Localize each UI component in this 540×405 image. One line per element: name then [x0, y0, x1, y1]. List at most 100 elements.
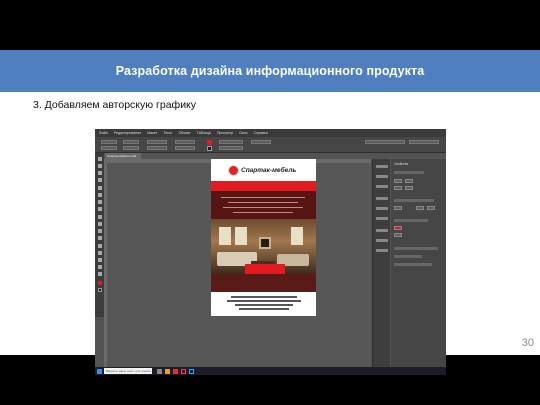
red-header-band: [211, 181, 316, 191]
layers-panel-icon[interactable]: [376, 175, 388, 178]
text-line: [228, 202, 298, 203]
menu-item-object[interactable]: Объект: [178, 131, 190, 135]
swatches-panel-icon[interactable]: [376, 207, 388, 210]
task-view-icon[interactable]: [157, 368, 162, 374]
windows-start-icon[interactable]: [97, 368, 102, 374]
rectangle-tool-icon[interactable]: [97, 222, 102, 226]
taskbar-search[interactable]: Введите здесь текст для поиска: [104, 368, 152, 374]
prop-y-field[interactable]: [405, 179, 413, 183]
prop-fill-swatch[interactable]: [394, 226, 402, 230]
width-field[interactable]: [123, 140, 139, 144]
color-panel-icon[interactable]: [376, 217, 388, 220]
x-field[interactable]: [101, 140, 117, 144]
footer-text-line: [235, 304, 293, 306]
prop-row: [394, 247, 438, 250]
prop-row: [394, 199, 434, 202]
prop-field[interactable]: [416, 206, 424, 210]
control-panel: [95, 137, 446, 153]
transform-tool-icon[interactable]: [97, 236, 102, 240]
menu-item-type[interactable]: Текст: [163, 131, 172, 135]
photo-window: [291, 227, 303, 245]
panel-dock: [372, 159, 390, 367]
direct-selection-tool-icon[interactable]: [97, 164, 102, 168]
prop-row: [394, 171, 424, 174]
red-button-graphic: [245, 264, 285, 274]
prop-w-field[interactable]: [394, 186, 402, 190]
y-field[interactable]: [101, 146, 117, 150]
menu-item-view[interactable]: Просмотр: [217, 131, 233, 135]
cc-libraries-panel-icon[interactable]: [376, 229, 388, 232]
indesign-app-icon[interactable]: [181, 368, 186, 374]
rectangle-frame-tool-icon[interactable]: [97, 215, 102, 219]
pencil-tool-icon[interactable]: [97, 207, 102, 211]
prop-field[interactable]: [394, 206, 402, 210]
fill-color-icon[interactable]: [97, 281, 102, 285]
menu-item-window[interactable]: Окно: [239, 131, 247, 135]
character-styles-panel-icon[interactable]: [376, 249, 388, 252]
page-tool-icon[interactable]: [97, 171, 102, 175]
prop-row: [394, 263, 432, 266]
eyedropper-tool-icon[interactable]: [97, 258, 102, 262]
fill-swatch[interactable]: [207, 140, 212, 145]
document-page[interactable]: Спартак-мебель: [211, 159, 316, 316]
text-line: [221, 197, 305, 198]
note-tool-icon[interactable]: [97, 251, 102, 255]
pen-tool-icon[interactable]: [97, 200, 102, 204]
logo-text: Спартак-мебель: [241, 167, 297, 174]
photo-window: [219, 227, 231, 245]
slide-number: 30: [521, 337, 534, 349]
gap-tool-icon[interactable]: [97, 178, 102, 182]
prop-x-field[interactable]: [394, 179, 402, 183]
text-line: [233, 212, 293, 213]
indesign-screenshot: Файл Редактирование Макет Текст Объект Т…: [95, 129, 446, 375]
pages-panel-icon[interactable]: [376, 165, 388, 168]
browser-icon[interactable]: [173, 368, 178, 374]
opacity-field[interactable]: [251, 140, 271, 144]
photoshop-app-icon[interactable]: [189, 368, 194, 374]
stroke-field[interactable]: [175, 146, 195, 150]
hand-tool-icon[interactable]: [97, 265, 102, 269]
logo: Спартак-мебель: [228, 164, 300, 177]
stroke-weight-field[interactable]: [219, 140, 243, 144]
menu-item-file[interactable]: Файл: [99, 131, 108, 135]
essentials-field[interactable]: [365, 140, 405, 144]
prop-field[interactable]: [427, 206, 435, 210]
scissors-tool-icon[interactable]: [97, 229, 102, 233]
dark-bottom-block: [211, 274, 316, 292]
menu-item-edit[interactable]: Редактирование: [114, 131, 141, 135]
prop-h-field[interactable]: [405, 186, 413, 190]
links-panel-icon[interactable]: [376, 185, 388, 188]
slide: Разработка дизайна информационного проду…: [0, 50, 540, 375]
app-menubar: Файл Редактирование Макет Текст Объект Т…: [95, 129, 446, 137]
scale-field[interactable]: [147, 140, 167, 144]
step-caption: 3. Добавляем авторскую графику: [33, 99, 197, 111]
menu-item-table[interactable]: Таблица: [197, 131, 211, 135]
document-tab[interactable]: Спартак-мебель.indd: [105, 153, 141, 159]
selection-tool-icon[interactable]: [97, 157, 102, 161]
windows-taskbar: Введите здесь текст для поиска: [95, 367, 446, 375]
zoom-tool-icon[interactable]: [97, 272, 102, 276]
type-tool-icon[interactable]: [97, 186, 102, 190]
vertical-ruler: [104, 159, 107, 367]
explorer-icon[interactable]: [165, 368, 170, 374]
prop-stroke-swatch[interactable]: [394, 233, 402, 237]
logo-circle-icon: [228, 165, 239, 176]
stroke-swatch[interactable]: [207, 146, 212, 151]
stroke-color-icon[interactable]: [97, 288, 102, 292]
photo-window: [235, 227, 247, 245]
paragraph-styles-panel-icon[interactable]: [376, 239, 388, 242]
menu-item-layout[interactable]: Макет: [147, 131, 157, 135]
line-tool-icon[interactable]: [97, 193, 102, 197]
properties-panel: Свойства: [391, 159, 446, 367]
height-field[interactable]: [123, 146, 139, 150]
slide-title: Разработка дизайна информационного проду…: [115, 64, 425, 78]
stock-search-field[interactable]: [409, 140, 439, 144]
gradient-tool-icon[interactable]: [97, 244, 102, 248]
menu-item-help[interactable]: Справка: [254, 131, 268, 135]
footer-text-line: [227, 300, 301, 302]
stroke-type-field[interactable]: [219, 146, 243, 150]
shear-field[interactable]: [175, 140, 195, 144]
stroke-panel-icon[interactable]: [376, 197, 388, 200]
rotate-field[interactable]: [147, 146, 167, 150]
prop-row: [394, 219, 428, 222]
